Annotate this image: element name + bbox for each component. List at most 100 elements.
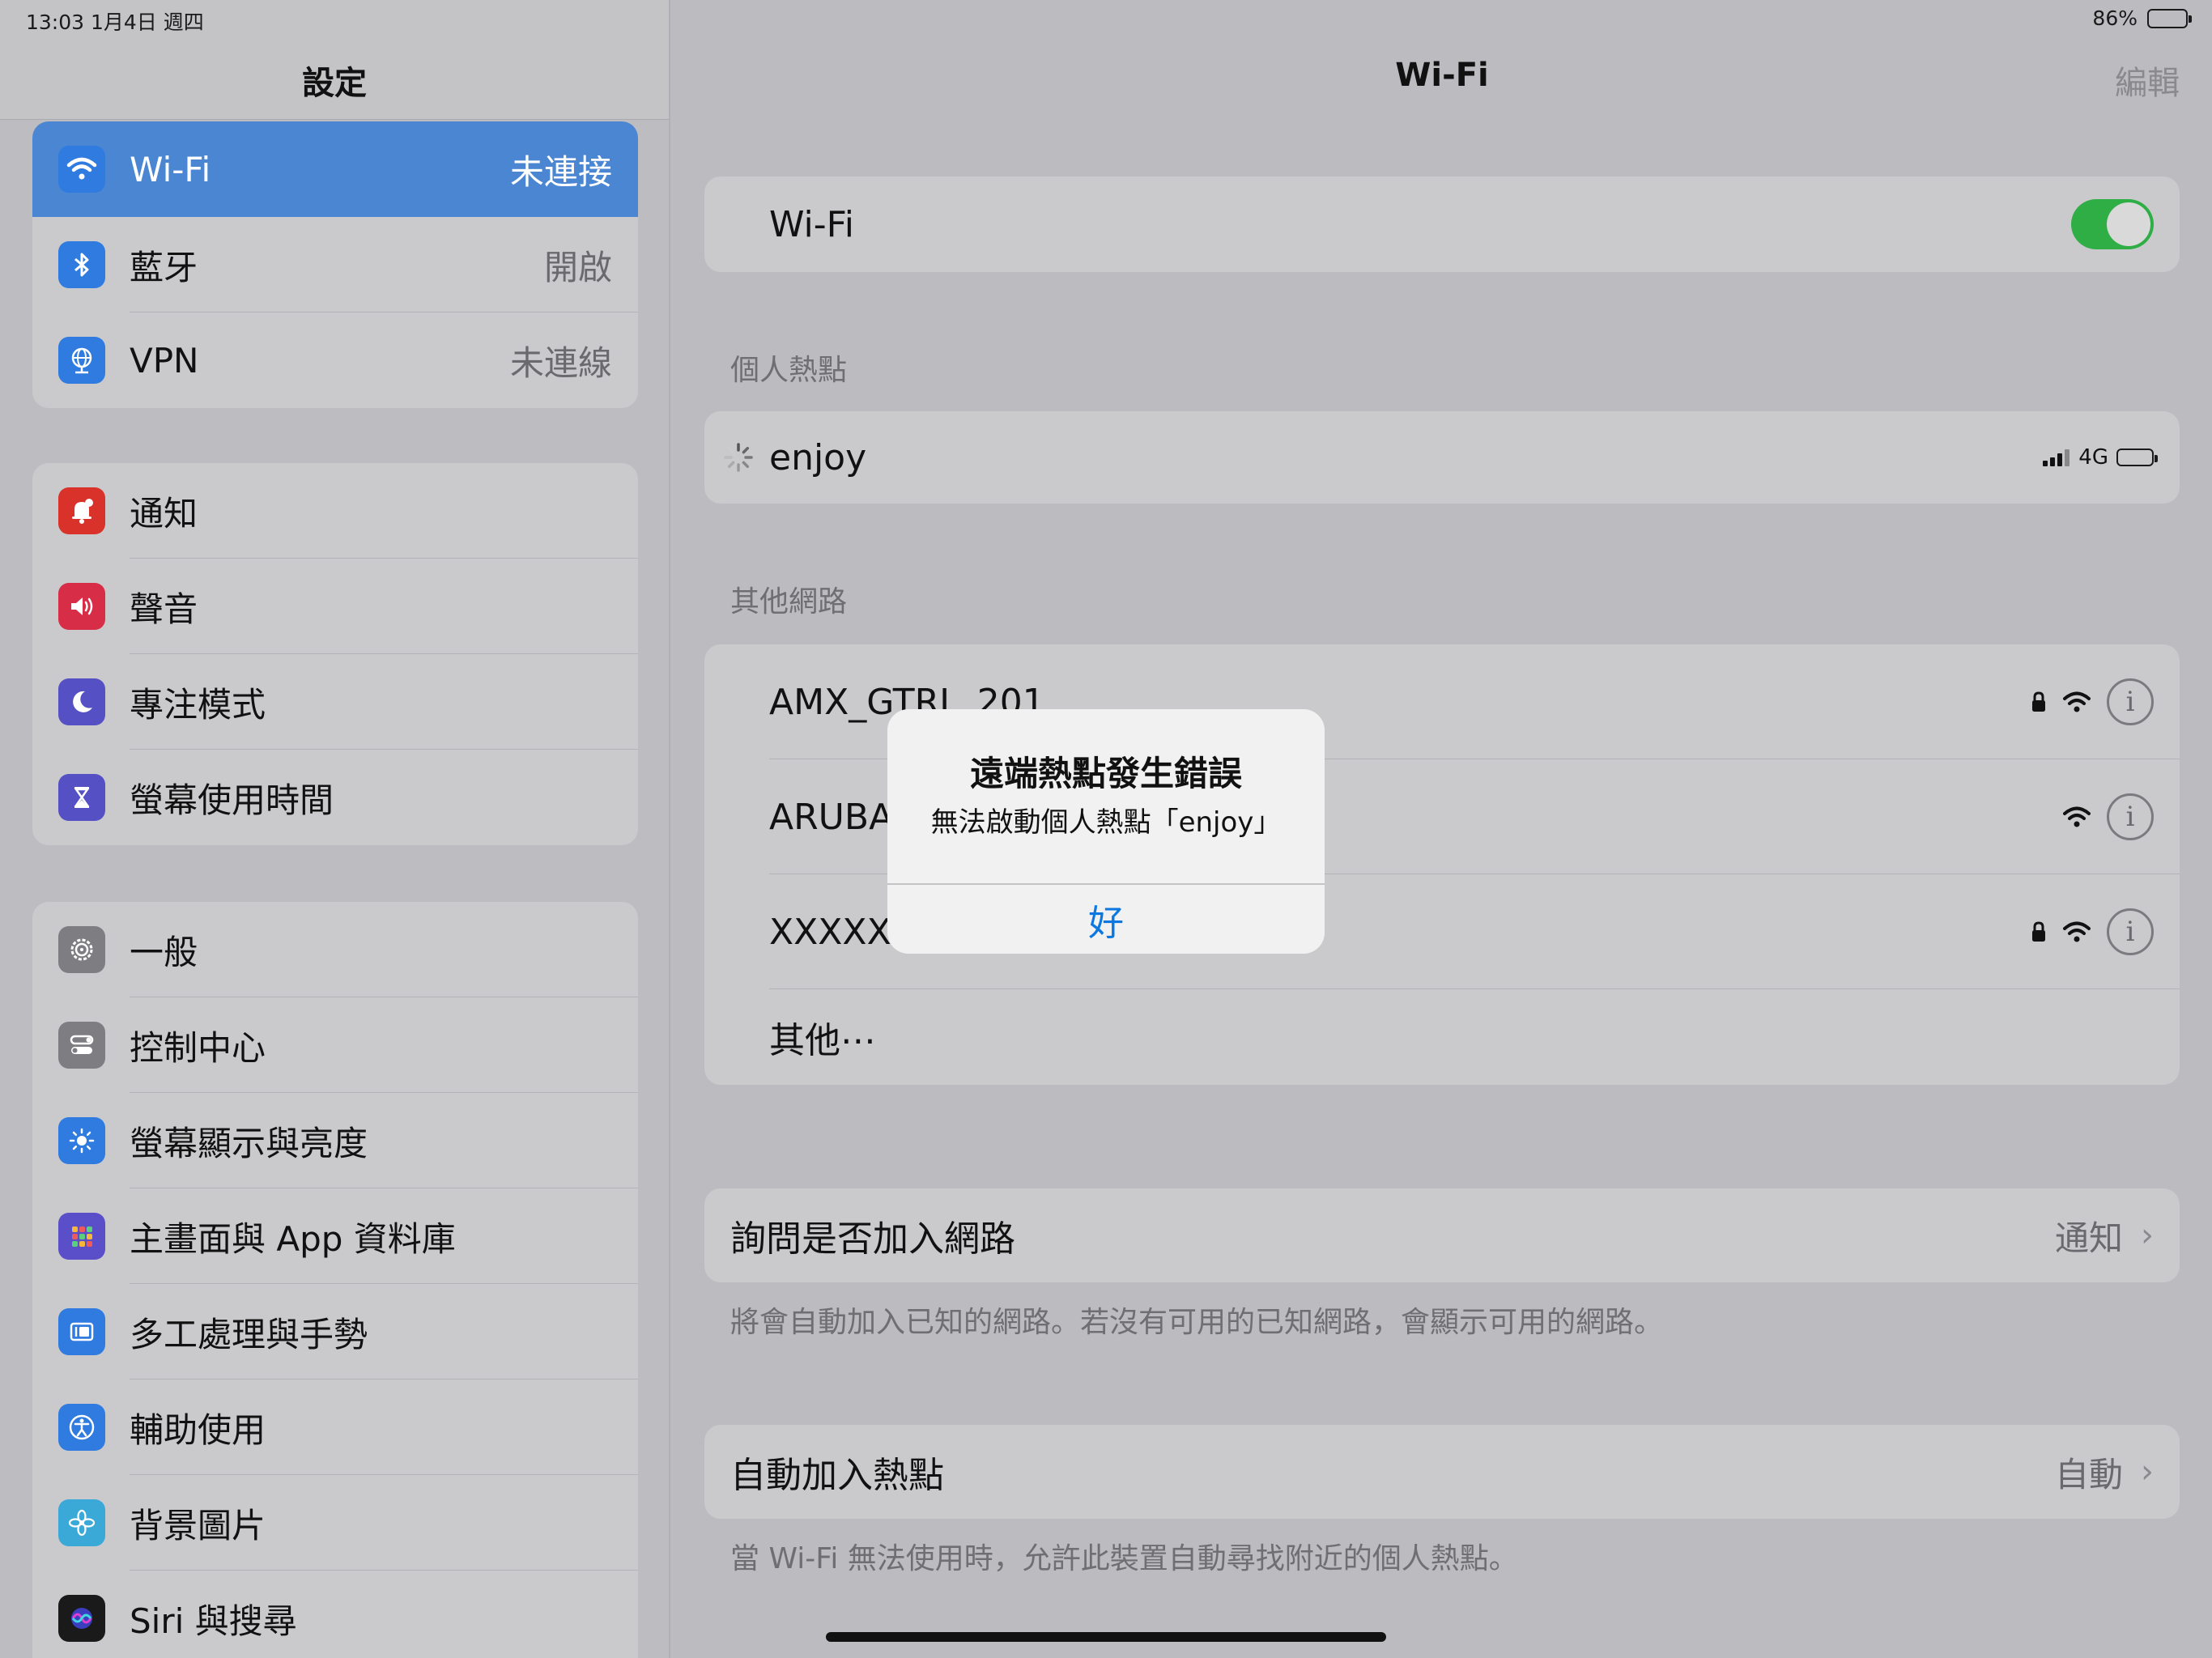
sidebar-item-display-brightness[interactable]: 螢幕顯示與亮度	[32, 1093, 638, 1188]
multitasking-icon	[58, 1308, 105, 1355]
sidebar-item-focus[interactable]: 專注模式	[32, 654, 638, 750]
sidebar-item-notifications[interactable]: 通知	[32, 463, 638, 559]
wifi-signal-icon	[2063, 921, 2091, 942]
lock-icon	[2032, 691, 2045, 712]
ask-join-row[interactable]: 詢問是否加入網路 通知 ›	[704, 1188, 2180, 1282]
siri-icon	[58, 1595, 105, 1642]
auto-hotspot-card: 自動加入熱點 自動 ›	[704, 1425, 2180, 1519]
hotspot-section-header: 個人熱點	[730, 354, 848, 387]
sidebar-item-vpn[interactable]: VPN 未連線	[32, 312, 638, 408]
chevron-right-icon: ›	[2141, 1217, 2154, 1254]
sidebar-item-screen-time[interactable]: 螢幕使用時間	[32, 750, 638, 845]
wifi-signal-icon	[2063, 806, 2091, 827]
auto-hotspot-row[interactable]: 自動加入熱點 自動 ›	[704, 1425, 2180, 1519]
sidebar-item-label: 專注模式	[130, 684, 266, 725]
wifi-toggle-row: Wi-Fi	[704, 176, 2180, 272]
sidebar-title: 設定	[302, 65, 367, 102]
sidebar-group-general: 一般 控制中心 螢幕顯示與亮度 主畫面與 App 資料庫 多工處理與手勢 輔助使…	[32, 902, 638, 1658]
ask-join-value: 通知	[2054, 1218, 2123, 1258]
status-bar: 13:03 1月4日 週四 86%	[0, 0, 2212, 40]
flower-icon	[58, 1499, 105, 1546]
other-network-row[interactable]: 其他⋯	[704, 989, 2180, 1085]
sidebar-item-label: 控制中心	[130, 1027, 266, 1068]
sidebar-item-wallpaper[interactable]: 背景圖片	[32, 1475, 638, 1571]
notification-bell-icon	[58, 487, 105, 534]
sidebar-item-value: 未連接	[509, 151, 612, 192]
hotspot-card: enjoy 4G	[704, 411, 2180, 504]
home-indicator[interactable]	[826, 1632, 1386, 1642]
sidebar-item-sounds[interactable]: 聲音	[32, 559, 638, 654]
info-button[interactable]: i	[2107, 793, 2154, 840]
network-icons: i	[2063, 793, 2154, 840]
sidebar-item-label: 輔助使用	[130, 1409, 266, 1450]
info-button[interactable]: i	[2107, 678, 2154, 725]
gear-icon	[58, 926, 105, 973]
sidebar-item-accessibility[interactable]: 輔助使用	[32, 1380, 638, 1475]
sidebar-group-notifications: 通知 聲音 專注模式 螢幕使用時間	[32, 463, 638, 845]
loading-spinner-icon	[724, 443, 753, 472]
sidebar-item-general[interactable]: 一般	[32, 902, 638, 997]
vpn-globe-icon	[58, 337, 105, 384]
battery-icon	[2147, 8, 2192, 28]
wifi-icon	[58, 146, 105, 193]
sidebar-item-siri-search[interactable]: Siri 與搜尋	[32, 1571, 638, 1658]
hotspot-row[interactable]: enjoy 4G	[704, 411, 2180, 504]
auto-hotspot-label: 自動加入熱點	[730, 1455, 944, 1496]
battery-percent: 86%	[2092, 6, 2138, 30]
sidebar-item-label: 螢幕顯示與亮度	[130, 1123, 368, 1163]
sidebar-item-home-screen[interactable]: 主畫面與 App 資料庫	[32, 1188, 638, 1284]
wifi-toggle-card: Wi-Fi	[704, 176, 2180, 272]
sidebar-item-bluetooth[interactable]: 藍牙 開啟	[32, 217, 638, 312]
app-grid-icon	[58, 1213, 105, 1260]
sidebar-item-control-center[interactable]: 控制中心	[32, 997, 638, 1093]
sidebar-item-wifi[interactable]: Wi-Fi 未連接	[32, 121, 638, 217]
sidebar-item-value: 開啟	[543, 247, 612, 287]
cellular-signal-icon	[2043, 449, 2070, 466]
hourglass-icon	[58, 774, 105, 821]
ask-join-label: 詢問是否加入網路	[730, 1218, 1015, 1260]
sidebar-item-label: 聲音	[130, 589, 198, 629]
sidebar-item-label: 背景圖片	[130, 1505, 266, 1545]
accessibility-icon	[58, 1404, 105, 1451]
network-icons: i	[2031, 678, 2154, 725]
wifi-toggle-label: Wi-Fi	[769, 203, 854, 245]
wifi-signal-icon	[2063, 691, 2091, 712]
other-networks-section-header: 其他網路	[730, 585, 848, 619]
sidebar-item-label: 螢幕使用時間	[130, 780, 334, 820]
sidebar-item-label: VPN	[130, 340, 199, 380]
toggles-icon	[58, 1022, 105, 1069]
bluetooth-icon	[58, 241, 105, 288]
ask-join-card: 詢問是否加入網路 通知 ›	[704, 1188, 2180, 1282]
network-name: XXXXX	[769, 911, 891, 953]
sidebar-item-label: 通知	[130, 493, 198, 534]
sidebar-item-label: 多工處理與手勢	[130, 1314, 368, 1354]
hotspot-battery-icon	[2116, 449, 2158, 466]
other-network-label: 其他⋯	[769, 1020, 876, 1061]
alert-ok-button[interactable]: 好	[887, 885, 1325, 954]
sidebar-item-label: 一般	[130, 932, 198, 972]
sun-icon	[58, 1117, 105, 1164]
auto-hotspot-value: 自動	[2054, 1454, 2123, 1494]
hotspot-network-type: 4G	[2078, 445, 2108, 470]
sidebar-item-multitasking[interactable]: 多工處理與手勢	[32, 1284, 638, 1380]
sidebar-item-value: 未連線	[509, 342, 612, 383]
moon-icon	[58, 678, 105, 725]
info-button[interactable]: i	[2107, 908, 2154, 955]
auto-hotspot-footnote: 當 Wi-Fi 無法使用時，允許此裝置自動尋找附近的個人熱點。	[730, 1542, 1518, 1575]
page-title: Wi-Fi	[1395, 57, 1489, 94]
ask-join-footnote: 將會自動加入已知的網路。若沒有可用的已知網路，會顯示可用的網路。	[730, 1306, 1664, 1339]
error-alert-dialog: 遠端熱點發生錯誤 無法啟動個人熱點「enjoy」 好	[887, 709, 1325, 954]
speaker-icon	[58, 583, 105, 630]
sidebar-item-label: Siri 與搜尋	[130, 1601, 297, 1641]
status-battery: 86%	[2092, 6, 2192, 30]
network-icons: i	[2031, 908, 2154, 955]
status-time-date: 13:03 1月4日 週四	[26, 11, 204, 34]
sidebar-item-label: 藍牙	[130, 247, 198, 287]
hotspot-status: 4G	[2043, 445, 2158, 470]
wifi-toggle[interactable]	[2071, 199, 2154, 249]
edit-button[interactable]: 編輯	[2115, 57, 2180, 104]
alert-message: 無法啟動個人熱點「enjoy」	[930, 806, 1282, 839]
hotspot-name: enjoy	[769, 436, 867, 478]
ask-join-value-group: 通知 ›	[2055, 1211, 2154, 1261]
auto-hotspot-value-group: 自動 ›	[2055, 1448, 2154, 1497]
